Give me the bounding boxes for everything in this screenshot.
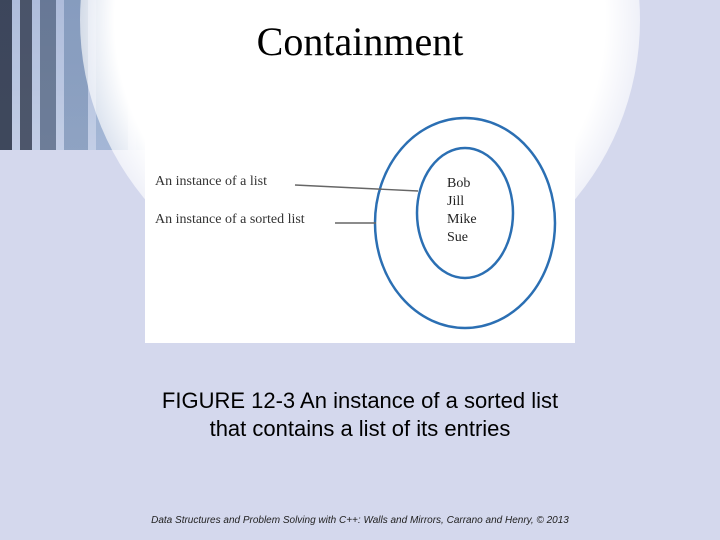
name-3: Sue (447, 230, 468, 245)
leader-line-list (295, 185, 418, 191)
figure-containment: An instance of a list An instance of a s… (145, 113, 575, 343)
label-sorted-list: An instance of a sorted list (155, 212, 305, 227)
name-1: Jill (447, 194, 464, 209)
figure-svg: An instance of a list An instance of a s… (145, 113, 575, 343)
slide: Containment An instance of a list An ins… (0, 0, 720, 540)
slide-title: Containment (257, 18, 464, 65)
name-0: Bob (447, 176, 470, 191)
slide-footer: Data Structures and Problem Solving with… (0, 515, 720, 526)
caption-line-1: FIGURE 12-3 An instance of a sorted list (162, 387, 558, 415)
label-list: An instance of a list (155, 174, 267, 189)
caption-line-2: that contains a list of its entries (162, 415, 558, 443)
figure-caption: FIGURE 12-3 An instance of a sorted list… (162, 387, 558, 442)
name-2: Mike (447, 212, 477, 227)
